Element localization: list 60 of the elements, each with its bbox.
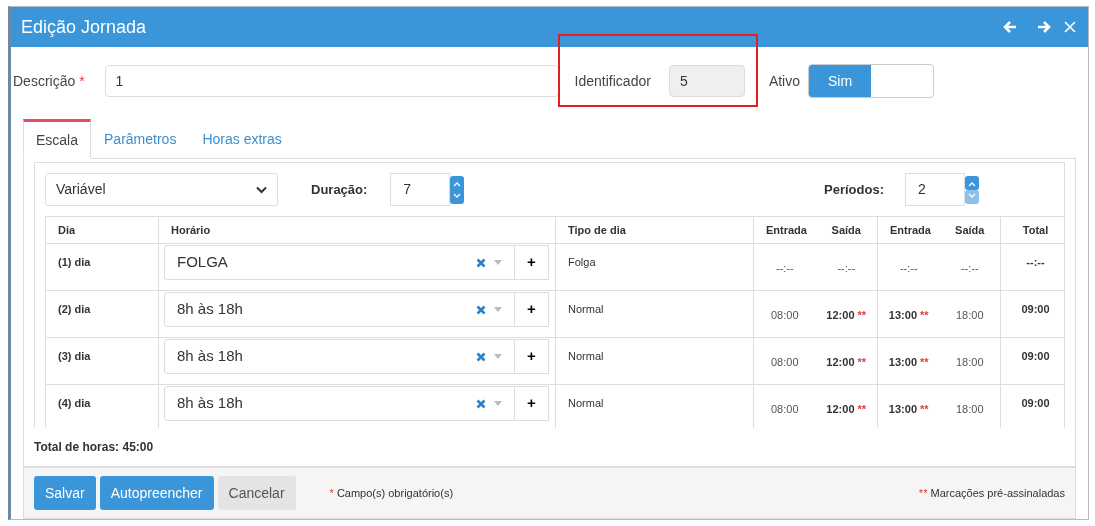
required-note: * Campo(s) obrigatório(s) <box>329 485 454 501</box>
column-header: Tipo de dia <box>555 216 754 244</box>
chevron-down-icon <box>256 185 267 194</box>
field-label: Identificador <box>574 71 651 91</box>
column-header: Entrada <box>753 216 816 244</box>
duration-field[interactable]: 7 <box>390 173 451 206</box>
caret-icon <box>494 307 502 312</box>
table-cell: Normal <box>555 290 754 338</box>
schedule-select[interactable]: FOLGA <box>164 245 515 280</box>
clear-icon[interactable] <box>476 398 486 409</box>
back-arrow-icon[interactable] <box>1002 19 1018 35</box>
column-header: Saída <box>815 216 878 244</box>
tab[interactable]: Parâmetros <box>91 119 190 158</box>
caret-icon <box>494 260 502 265</box>
column-header: Total <box>1000 216 1064 244</box>
table-cell: 18:00 <box>939 290 1001 338</box>
table-cell: (3) dia <box>45 337 159 385</box>
column-header: Dia <box>45 216 159 244</box>
tab[interactable]: Escala <box>23 119 92 159</box>
table-cell: 12:00 ** <box>815 290 878 338</box>
add-button[interactable]: + <box>515 245 549 280</box>
total-hours-text: Total de horas: 45:00 <box>34 439 155 456</box>
spinner-icon[interactable] <box>965 175 979 204</box>
table-cell: 18:00 <box>939 337 1001 385</box>
tab[interactable]: Horas extras <box>189 119 295 158</box>
field-label: Ativo <box>768 71 800 91</box>
column-header: Horário <box>158 216 556 244</box>
caret-icon <box>494 401 502 406</box>
schedule-select[interactable]: 8h às 18h <box>164 386 515 421</box>
clear-icon[interactable] <box>476 304 486 315</box>
spinner-icon[interactable] <box>450 175 465 204</box>
clear-icon[interactable] <box>476 257 486 268</box>
column-header: Saída <box>939 216 1001 244</box>
caret-icon <box>494 354 502 359</box>
schedule-select[interactable]: 8h às 18h <box>164 339 515 374</box>
table-cell: (2) dia <box>45 290 159 338</box>
presigned-note: ** Marcações pré-assinaladas <box>918 485 1065 501</box>
schedule-type-select[interactable]: Variável <box>45 173 278 206</box>
clear-icon[interactable] <box>476 351 486 362</box>
table-cell: Folga <box>555 243 754 291</box>
close-icon[interactable] <box>1062 19 1078 35</box>
table-cell: --:-- <box>939 243 1001 291</box>
table-cell: 12:00 ** <box>815 337 878 385</box>
column-header: Entrada <box>877 216 940 244</box>
button[interactable]: Cancelar <box>217 476 296 510</box>
forward-arrow-icon[interactable] <box>1036 19 1052 35</box>
add-button[interactable]: + <box>515 292 549 327</box>
schedule-select[interactable]: 8h às 18h <box>164 292 515 327</box>
table-cell: --:-- <box>815 243 878 291</box>
table-cell: (1) dia <box>45 243 159 291</box>
field-label: Duração: <box>311 180 368 199</box>
table-cell: Normal <box>555 337 754 385</box>
field-label: Períodos: <box>824 180 884 199</box>
table-cell: (4) dia <box>45 384 159 428</box>
window-title: Edição Jornada <box>21 15 147 39</box>
identifier-field: 5 <box>668 65 745 97</box>
add-button[interactable]: + <box>515 386 549 421</box>
field-label: Descrição * <box>13 71 85 91</box>
add-button[interactable]: + <box>515 339 549 374</box>
periods-field[interactable]: 2 <box>905 173 965 206</box>
